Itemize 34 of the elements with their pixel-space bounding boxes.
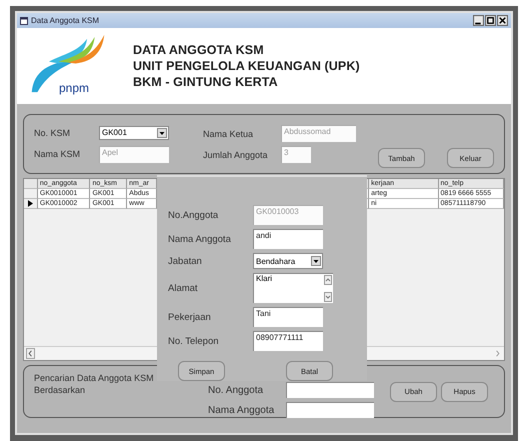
- field-label: Nama KSM: [34, 149, 82, 159]
- close-icon[interactable]: [497, 15, 508, 26]
- field-label: Nama Anggota: [208, 404, 276, 416]
- window-title: Data Anggota KSM: [31, 16, 100, 25]
- field-label: Nama Anggota: [168, 234, 232, 244]
- field-label: No. Anggota: [208, 384, 264, 396]
- field-label: Nama Ketua: [203, 128, 254, 138]
- position-dropdown[interactable]: Bendahara: [253, 253, 323, 269]
- logo-text: pnpm: [59, 81, 90, 95]
- search-caption: Pencarian Data Anggota KSM Berdasarkan: [34, 372, 155, 397]
- swoosh-logo-icon: [29, 33, 107, 95]
- input-field[interactable]: [286, 382, 374, 398]
- field-label: Alamat: [168, 282, 199, 294]
- field-label: Jumlah Anggota: [203, 150, 269, 160]
- field-label: Jabatan: [168, 256, 203, 266]
- field-label: No. KSM: [34, 128, 72, 138]
- scroll-left-icon[interactable]: [26, 348, 35, 359]
- field-label: No.Anggota: [168, 210, 220, 220]
- minimize-icon[interactable]: [473, 15, 484, 26]
- header-title: BKM - GINTUNG KERTA: [133, 75, 279, 89]
- header-title: DATA ANGGOTA KSM: [133, 43, 265, 57]
- address-textarea[interactable]: Klari: [253, 273, 333, 303]
- ksm-dropdown[interactable]: GK001: [99, 126, 169, 140]
- scroll-down-icon[interactable]: [324, 292, 332, 302]
- field-label: No. Telepon: [168, 336, 220, 346]
- header-title: UNIT PENGELOLA KEUANGAN (UPK): [133, 59, 360, 73]
- input-field[interactable]: andi: [253, 229, 323, 249]
- maximize-icon[interactable]: [485, 15, 496, 26]
- scroll-up-icon[interactable]: [324, 275, 332, 285]
- input-field[interactable]: [286, 402, 374, 418]
- input-field[interactable]: Tani: [253, 307, 323, 327]
- field-label: Pekerjaan: [168, 312, 212, 322]
- window-icon: [20, 16, 28, 24]
- input-field[interactable]: 08907771111: [253, 331, 323, 351]
